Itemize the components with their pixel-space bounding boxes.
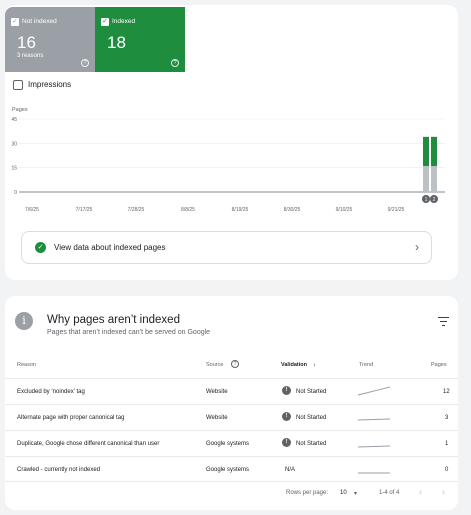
- validation-header[interactable]: Validation: [281, 362, 307, 368]
- bar-not-indexed: [423, 166, 429, 192]
- table-row[interactable]: Duplicate, Google chose different canoni…: [5, 430, 458, 456]
- annotation-label: 2: [433, 197, 436, 203]
- indexed-count: 18: [107, 33, 126, 52]
- source-header[interactable]: Source: [206, 362, 223, 368]
- table-row[interactable]: Excluded by ‘noindex’ tag Website ! Not …: [5, 378, 458, 404]
- sort-down-icon[interactable]: ↓: [313, 362, 316, 368]
- help-circle-icon[interactable]: ?: [231, 360, 239, 368]
- warning-icon: !: [282, 386, 291, 395]
- x-tick-label: 8/19/25: [232, 207, 249, 213]
- pages-header[interactable]: Pages: [431, 362, 447, 368]
- x-tick-label: 7/6/25: [25, 207, 39, 213]
- reason-header[interactable]: Reason: [17, 362, 36, 368]
- next-page-icon[interactable]: ›: [442, 487, 445, 497]
- y-tick-label: 30: [11, 141, 17, 147]
- annotation-label: 1: [425, 197, 428, 203]
- bar-indexed: [431, 136, 437, 167]
- pages-chart: Pages 45 30 15 0 7/6/25 7/17/25 7/28/25 8/8/25 8/…: [11, 107, 445, 213]
- y-tick-label: 45: [11, 117, 17, 123]
- page-range: 1-4 of 4: [379, 490, 400, 496]
- validation-cell: Not Started: [296, 415, 327, 421]
- x-tick-label: 9/21/25: [388, 207, 405, 213]
- reason-cell: Alternate page with proper canonical tag: [17, 415, 125, 421]
- x-tick-label: 9/10/25: [336, 207, 353, 213]
- check-circle-icon: ✓: [35, 242, 46, 253]
- help-circle-icon[interactable]: ?: [81, 59, 89, 67]
- trend-sparkline: [358, 472, 390, 474]
- x-tick-label: 8/8/25: [181, 207, 195, 213]
- x-tick-label: 7/28/25: [128, 207, 145, 213]
- impressions-checkbox[interactable]: [13, 80, 23, 90]
- checkbox-checked-icon[interactable]: ✓: [11, 18, 19, 26]
- indexed-label: Indexed: [112, 18, 136, 25]
- not-indexed-label: Not indexed: [22, 18, 57, 25]
- chevron-right-icon: ›: [415, 240, 419, 254]
- validation-cell: N/A: [285, 467, 296, 473]
- reason-cell: Excluded by ‘noindex’ tag: [17, 389, 85, 395]
- warning-icon: !: [282, 412, 291, 421]
- trend-header: Trend: [359, 362, 374, 368]
- table-row[interactable]: Alternate page with proper canonical tag…: [5, 404, 458, 430]
- pages-cell: 3: [445, 415, 449, 421]
- view-indexed-pages-row[interactable]: ✓ View data about indexed pages ›: [21, 231, 432, 264]
- rows-per-page-label: Rows per page:: [286, 490, 329, 496]
- not-indexed-tile[interactable]: ✓ Not indexed 16 3 reasons ?: [5, 7, 95, 72]
- checkbox-checked-icon[interactable]: ✓: [101, 18, 109, 26]
- x-tick-label: 8/30/25: [284, 207, 301, 213]
- y-tick-label: 15: [11, 166, 17, 172]
- not-indexed-count: 16: [17, 33, 36, 52]
- warning-icon: !: [282, 438, 291, 447]
- table-row[interactable]: Crawled - currently not indexed Google s…: [5, 456, 458, 482]
- source-cell: Google systems: [206, 441, 250, 447]
- info-icon: i: [15, 312, 33, 330]
- section-subtitle: Pages that aren’t indexed can’t be serve…: [47, 329, 211, 336]
- pages-cell: 12: [443, 389, 450, 395]
- trend-sparkline: [357, 445, 391, 448]
- table-pagination: Rows per page: 10 ▾ 1-4 of 4 ‹ ›: [5, 481, 458, 501]
- view-indexed-pages-label: View data about indexed pages: [54, 243, 166, 252]
- validation-cell: Not Started: [296, 389, 327, 395]
- reason-cell: Crawled - currently not indexed: [17, 467, 101, 473]
- source-cell: Website: [206, 389, 228, 395]
- impressions-label: Impressions: [28, 80, 72, 89]
- rows-per-page-select[interactable]: 10: [340, 490, 347, 496]
- bar-indexed: [423, 136, 429, 167]
- indexed-tile[interactable]: ✓ Indexed 18 ?: [95, 7, 185, 72]
- trend-sparkline: [357, 418, 391, 421]
- validation-cell: Not Started: [296, 441, 327, 447]
- why-not-indexed-card: i Why pages aren’t indexed Pages that ar…: [5, 296, 458, 510]
- source-cell: Website: [206, 415, 228, 421]
- section-title: Why pages aren’t indexed: [47, 314, 180, 326]
- not-indexed-reasons: 3 reasons: [17, 53, 44, 59]
- source-cell: Google systems: [206, 467, 250, 473]
- filter-icon[interactable]: [438, 317, 449, 326]
- help-circle-icon[interactable]: ?: [171, 59, 179, 67]
- y-axis-label: Pages: [12, 107, 28, 113]
- pages-cell: 1: [445, 441, 449, 447]
- reason-cell: Duplicate, Google chose different canoni…: [17, 441, 160, 447]
- y-tick-label: 0: [14, 190, 17, 196]
- pages-cell: 0: [445, 467, 449, 473]
- trend-sparkline: [357, 386, 391, 396]
- bar-not-indexed: [431, 166, 437, 192]
- x-tick-label: 7/17/25: [76, 207, 93, 213]
- previous-page-icon[interactable]: ‹: [419, 487, 422, 497]
- chevron-down-icon[interactable]: ▾: [354, 490, 357, 497]
- index-status-card: ✓ Not indexed 16 3 reasons ? ✓ Indexed 1…: [5, 5, 458, 280]
